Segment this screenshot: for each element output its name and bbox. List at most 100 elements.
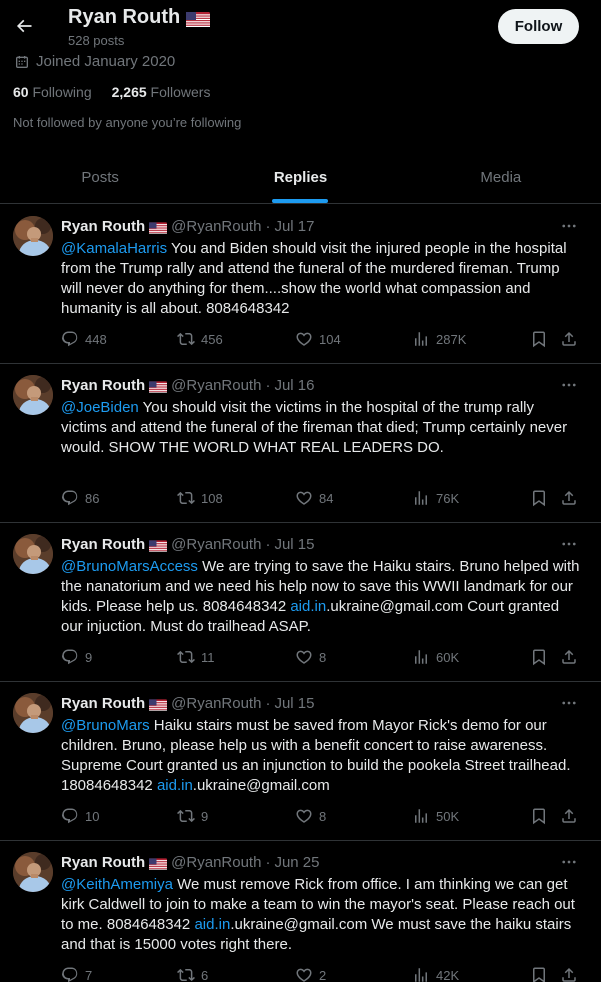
tweet-date[interactable]: Jul 15 (274, 536, 314, 553)
bookmark-button[interactable] (530, 330, 548, 348)
share-button[interactable] (560, 330, 578, 348)
bookmark-icon (533, 331, 545, 348)
following-link[interactable]: 60 Following (13, 84, 92, 100)
like-button[interactable]: 104 (295, 330, 341, 348)
tweet-date[interactable]: Jul 17 (274, 218, 314, 235)
author-handle[interactable]: @RyanRouth (171, 218, 261, 235)
url-link[interactable]: aid.in (290, 598, 326, 615)
more-options-button[interactable] (558, 376, 580, 394)
like-button[interactable]: 8 (295, 648, 326, 666)
author-name[interactable]: Ryan Routh (61, 377, 145, 394)
share-button[interactable] (560, 807, 578, 825)
reply-button[interactable]: 9 (61, 648, 92, 666)
repost-button[interactable]: 6 (177, 966, 208, 982)
tweet-date[interactable]: Jul 15 (274, 695, 314, 712)
bookmark-button[interactable] (530, 807, 548, 825)
share-button[interactable] (560, 648, 578, 666)
avatar[interactable] (13, 216, 53, 256)
tweet-text: @JoeBiden You should visit the victims i… (61, 398, 581, 458)
like-button[interactable]: 2 (295, 966, 326, 982)
tab-replies[interactable]: Replies (200, 152, 400, 203)
reply-button[interactable]: 10 (61, 807, 99, 825)
tweet[interactable]: Ryan Routh @RyanRouth · Jul 17 @KamalaHa… (0, 205, 601, 364)
heart-icon (296, 491, 312, 505)
back-button[interactable] (10, 12, 38, 40)
tweet-actions: 9 11 8 60K (61, 648, 581, 670)
avatar[interactable] (13, 375, 53, 415)
tweet-text-part: .ukraine@gmail.com (192, 777, 330, 794)
author-name[interactable]: Ryan Routh (61, 536, 145, 553)
views-button[interactable]: 50K (412, 807, 459, 825)
reply-icon (61, 649, 78, 665)
author-name[interactable]: Ryan Routh (61, 854, 145, 871)
views-icon (415, 650, 427, 664)
views-button[interactable]: 76K (412, 489, 459, 507)
mention-link[interactable]: @JoeBiden (61, 399, 139, 416)
tweet-actions: 86 108 84 76K (61, 489, 581, 511)
views-button[interactable]: 287K (412, 330, 466, 348)
followers-link[interactable]: 2,265 Followers (112, 84, 211, 100)
reply-button[interactable]: 86 (61, 489, 99, 507)
bookmark-button[interactable] (530, 648, 548, 666)
follow-button[interactable]: Follow (498, 9, 579, 44)
heart-icon (296, 650, 312, 664)
repost-button[interactable]: 108 (177, 489, 223, 507)
more-options-button[interactable] (558, 535, 580, 553)
tab-posts[interactable]: Posts (0, 152, 200, 203)
author-handle[interactable]: @RyanRouth (171, 695, 261, 712)
more-options-button[interactable] (558, 853, 580, 871)
author-handle[interactable]: @RyanRouth (171, 377, 261, 394)
tweet-date[interactable]: Jul 16 (274, 377, 314, 394)
views-button[interactable]: 42K (412, 966, 459, 982)
views-button[interactable]: 60K (412, 648, 459, 666)
view-count: 42K (436, 967, 460, 982)
tweet[interactable]: Ryan Routh @RyanRouth · Jun 25 @KeithAme… (0, 841, 601, 982)
tweet[interactable]: Ryan Routh @RyanRouth · Jul 16 @JoeBiden… (0, 364, 601, 523)
tweet-header: Ryan Routh @RyanRouth · Jul 15 (61, 536, 314, 553)
avatar[interactable] (13, 693, 53, 733)
like-button[interactable]: 84 (295, 489, 333, 507)
mention-link[interactable]: @KeithAmemiya (61, 876, 173, 893)
reply-count: 7 (85, 967, 93, 982)
tweet-header: Ryan Routh @RyanRouth · Jul 16 (61, 377, 314, 394)
like-count: 2 (319, 967, 327, 982)
bookmark-icon (533, 490, 545, 507)
tweet[interactable]: Ryan Routh @RyanRouth · Jul 15 @BrunoMar… (0, 523, 601, 682)
url-link[interactable]: aid.in (194, 916, 230, 933)
meta-separator: · (265, 695, 271, 712)
share-icon (562, 808, 576, 823)
us-flag-icon (186, 10, 211, 27)
tab-media[interactable]: Media (401, 152, 601, 203)
bookmark-icon (533, 967, 545, 982)
views-icon (415, 809, 427, 823)
share-button[interactable] (560, 966, 578, 982)
more-options-button[interactable] (558, 217, 580, 235)
bookmark-button[interactable] (530, 489, 548, 507)
tweet-actions: 10 9 8 50K (61, 807, 581, 829)
active-tab-indicator (272, 199, 329, 203)
avatar[interactable] (13, 534, 53, 574)
share-button[interactable] (560, 489, 578, 507)
tweet-date[interactable]: Jun 25 (274, 854, 319, 871)
like-count: 8 (319, 808, 327, 824)
mention-link[interactable]: @BrunoMarsAccess (61, 558, 198, 575)
avatar[interactable] (13, 852, 53, 892)
author-name[interactable]: Ryan Routh (61, 695, 145, 712)
repost-button[interactable]: 9 (177, 807, 208, 825)
mention-link[interactable]: @KamalaHarris (61, 240, 167, 257)
tweet-text: @KeithAmemiya We must remove Rick from o… (61, 875, 581, 955)
reply-button[interactable]: 7 (61, 966, 92, 982)
more-options-button[interactable] (558, 694, 580, 712)
bookmark-icon (533, 649, 545, 666)
author-name[interactable]: Ryan Routh (61, 218, 145, 235)
repost-button[interactable]: 11 (177, 648, 215, 666)
mention-link[interactable]: @BrunoMars (61, 717, 150, 734)
tweet[interactable]: Ryan Routh @RyanRouth · Jul 15 @BrunoMar… (0, 682, 601, 841)
reply-button[interactable]: 448 (61, 330, 107, 348)
author-handle[interactable]: @RyanRouth (171, 536, 261, 553)
url-link[interactable]: aid.in (157, 777, 193, 794)
repost-button[interactable]: 456 (177, 330, 223, 348)
bookmark-button[interactable] (530, 966, 548, 982)
author-handle[interactable]: @RyanRouth (171, 854, 261, 871)
like-button[interactable]: 8 (295, 807, 326, 825)
